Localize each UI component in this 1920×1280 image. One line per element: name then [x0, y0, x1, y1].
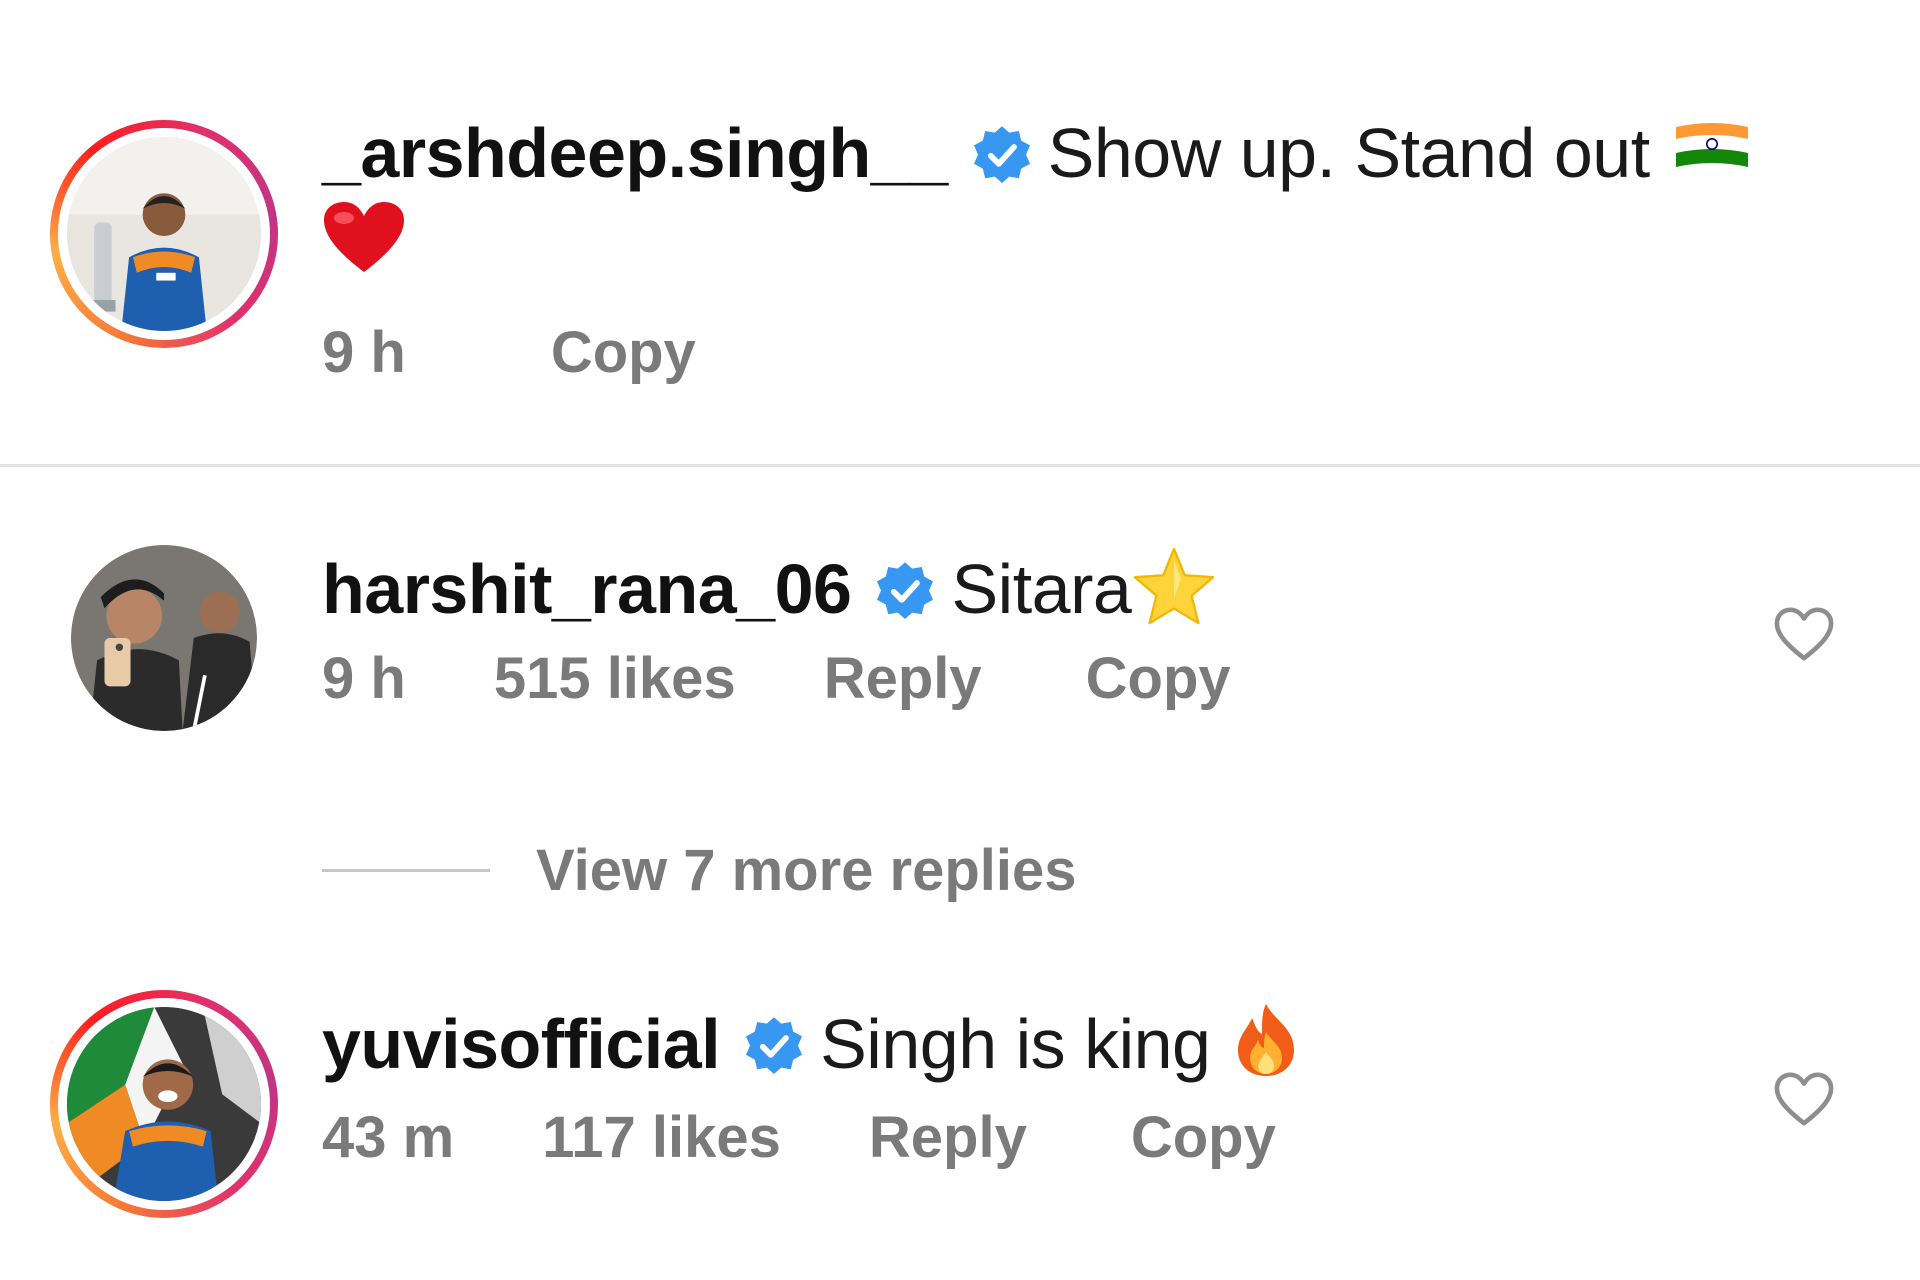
- comment-time: 9 h: [322, 320, 406, 385]
- avatar[interactable]: [71, 545, 257, 731]
- copy-button[interactable]: Copy: [1086, 644, 1231, 714]
- likes-count[interactable]: 515 likes: [494, 644, 736, 714]
- like-heart-icon[interactable]: [1773, 1070, 1835, 1128]
- comment-username[interactable]: _arshdeep.singh__: [322, 114, 948, 192]
- verified-badge-icon: [873, 558, 937, 622]
- comment-username[interactable]: harshit_rana_06: [322, 550, 852, 628]
- comment-time: 43 m: [322, 1105, 455, 1170]
- replies-divider: [322, 868, 490, 872]
- comment-item: harshit_rana_06 Sitara 9 h 515 likes Reply C…: [0, 545, 1920, 755]
- red-heart-icon: [322, 200, 406, 276]
- divider: [0, 464, 1920, 467]
- view-more-replies-label[interactable]: View 7 more replies: [536, 837, 1077, 904]
- copy-button[interactable]: Copy: [1131, 1103, 1276, 1173]
- like-heart-icon[interactable]: [1773, 605, 1835, 663]
- likes-count[interactable]: 117 likes: [542, 1103, 781, 1173]
- fire-icon: [1229, 1000, 1303, 1080]
- cricketer-holding-trophy-avatar: [67, 137, 261, 331]
- comment-text: Show up. Stand out: [1047, 114, 1651, 192]
- verified-badge-icon: [970, 122, 1034, 186]
- reply-button[interactable]: Reply: [869, 1103, 1027, 1173]
- reply-button[interactable]: Reply: [824, 644, 982, 714]
- avatar: [67, 1007, 261, 1201]
- comment-item: yuvisofficial Singh is king 43 m 117 likes…: [0, 990, 1920, 1245]
- avatar: [67, 137, 261, 331]
- story-ring[interactable]: [50, 120, 278, 348]
- star-icon: [1131, 545, 1217, 627]
- comment-text: Sitara: [951, 550, 1132, 628]
- comment-time: 9 h: [322, 646, 406, 711]
- comment-username[interactable]: yuvisofficial: [322, 1005, 721, 1083]
- mirror-selfie-avatar: [71, 545, 257, 731]
- story-ring[interactable]: [50, 990, 278, 1218]
- view-more-replies-button[interactable]: View 7 more replies: [322, 835, 1077, 905]
- verified-badge-icon: [742, 1013, 806, 1077]
- cricketer-with-flag-avatar: [67, 1007, 261, 1201]
- comment-text: Singh is king: [820, 1005, 1211, 1083]
- comments-page: _arshdeep.singh__ Show up. Stand out 9 h C…: [0, 0, 1920, 1280]
- comment-item: _arshdeep.singh__ Show up. Stand out 9 h C…: [0, 110, 1920, 470]
- copy-button[interactable]: Copy: [551, 318, 696, 388]
- india-flag-icon: [1672, 110, 1752, 167]
